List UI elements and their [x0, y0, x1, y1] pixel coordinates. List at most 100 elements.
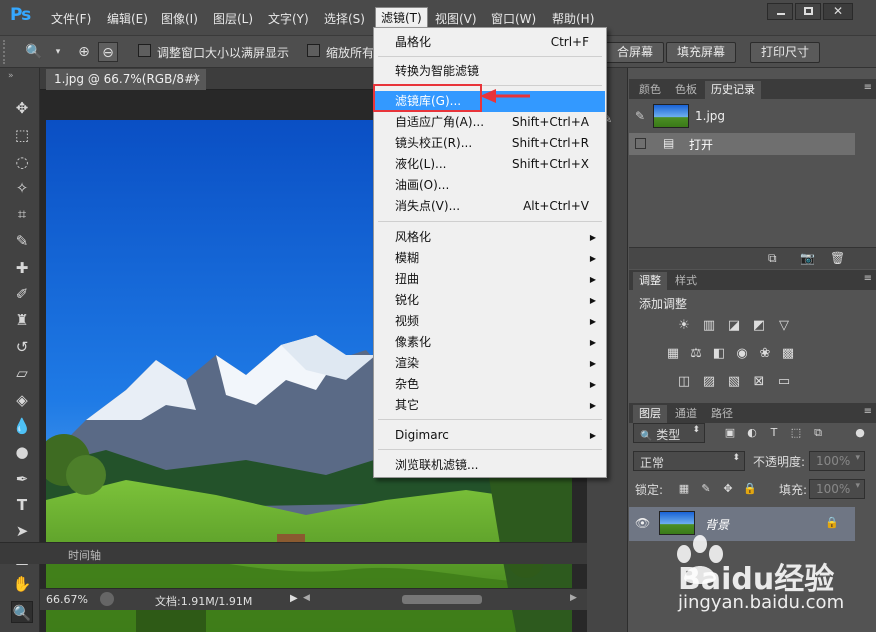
scroll-right-icon[interactable]: ▶ [570, 593, 577, 603]
zoom-tool-icon[interactable]: 🔍 [11, 601, 33, 623]
tab-adjustments[interactable]: 调整 [633, 272, 667, 290]
snapshot-source-icon[interactable]: ✎ [635, 109, 645, 123]
zoom-all-checkbox[interactable] [307, 44, 320, 57]
vibrance-icon[interactable]: ▽ [775, 317, 793, 335]
pen-tool-icon[interactable]: ✒ [11, 468, 33, 490]
filter-menu-item[interactable]: Digimarc ▶ [375, 425, 605, 446]
filter-menu-item[interactable]: 浏览联机滤镜... [375, 455, 605, 476]
tab-color[interactable]: 颜色 [633, 81, 667, 99]
minimize-button[interactable] [767, 3, 793, 20]
filter-menu-item[interactable]: 锐化 ▶ [375, 290, 605, 311]
healing-brush-icon[interactable]: ✚ [11, 257, 33, 279]
menu-0[interactable]: 文件(F) [46, 8, 96, 30]
paint-bucket-icon[interactable]: ◈ [11, 389, 33, 411]
tab-layers[interactable]: 图层 [633, 405, 667, 423]
blur-tool-icon[interactable]: 💧 [11, 415, 33, 437]
invert-icon[interactable]: ◫ [675, 373, 693, 391]
filter-menu-item[interactable]: 自适应广角(A)... Shift+Ctrl+A [375, 112, 605, 133]
hue-saturation-icon[interactable]: ▦ [664, 345, 682, 363]
move-tool-icon[interactable]: ✥ [11, 97, 33, 119]
filter-menu-item[interactable]: 杂色 ▶ [375, 374, 605, 395]
menu-6[interactable]: 滤镜(T) [375, 7, 428, 29]
lock-position-icon[interactable]: ✥ [719, 480, 737, 498]
crop-tool-icon[interactable]: ⌗ [11, 203, 33, 225]
horizontal-scrollbar-thumb[interactable] [402, 595, 482, 604]
filter-smart-object-icon[interactable]: ⧉ [809, 424, 827, 442]
tab-paths[interactable]: 路径 [705, 405, 739, 423]
gradient-map-icon[interactable]: ▭ [775, 373, 793, 391]
black-white-icon[interactable]: ◧ [710, 345, 728, 363]
panel-menu-icon[interactable]: ≡ [864, 82, 872, 93]
zoom-out-icon[interactable]: ⊖ [98, 42, 118, 62]
hand-tool-icon[interactable]: ✋ [11, 573, 33, 595]
magic-wand-icon[interactable]: ✧ [11, 177, 33, 199]
stamp-tool-icon[interactable]: ♜ [11, 309, 33, 331]
color-lookup-icon[interactable]: ▩ [779, 345, 797, 363]
levels-icon[interactable]: ▥ [700, 317, 718, 335]
filter-menu-item[interactable]: 渲染 ▶ [375, 353, 605, 374]
filter-menu-item[interactable]: 镜头校正(R)... Shift+Ctrl+R [375, 133, 605, 154]
menu-1[interactable]: 编辑(E) [102, 8, 153, 30]
eyedropper-tool-icon[interactable]: ✎ [11, 230, 33, 252]
fill-screen-button[interactable]: 填充屏幕 [666, 42, 737, 63]
state-checkbox[interactable] [635, 138, 646, 149]
selective-color-icon[interactable]: ⊠ [750, 373, 768, 391]
dodge-tool-icon[interactable]: ● [11, 441, 33, 463]
color-balance-icon[interactable]: ⚖ [687, 345, 705, 363]
scroll-left-icon[interactable]: ◀ [303, 593, 310, 603]
maximize-button[interactable] [795, 3, 821, 20]
lock-all-icon[interactable]: 🔒 [741, 480, 759, 498]
posterize-icon[interactable]: ▨ [700, 373, 718, 391]
new-snapshot-icon[interactable]: 📷 [800, 251, 815, 265]
tab-styles[interactable]: 样式 [669, 272, 703, 290]
filter-menu-item[interactable]: 其它 ▶ [375, 395, 605, 416]
visibility-eye-icon[interactable]: 👁 [635, 516, 650, 530]
fill-input[interactable]: 100% ▾ [809, 479, 865, 499]
lock-transparent-icon[interactable]: ▦ [675, 480, 693, 498]
fit-window-checkbox[interactable] [138, 44, 151, 57]
menu-3[interactable]: 图层(L) [208, 8, 258, 30]
filter-menu-item[interactable]: 晶格化 Ctrl+F [375, 32, 605, 53]
close-tab-icon[interactable]: ✕ [192, 72, 201, 85]
panel-menu-icon[interactable]: ≡ [864, 406, 872, 417]
filter-menu-item[interactable]: 油画(O)... [375, 175, 605, 196]
history-snapshot-row[interactable]: ✎ 1.jpg [629, 101, 876, 133]
layer-filter-select[interactable]: 🔍 类型 ⬍ [633, 423, 705, 443]
filter-type-icon[interactable]: T [765, 424, 783, 442]
tab-history[interactable]: 历史记录 [705, 81, 761, 99]
filter-menu-item[interactable]: 液化(L)... Shift+Ctrl+X [375, 154, 605, 175]
new-document-from-state-icon[interactable]: ⧉ [768, 251, 777, 266]
timeline-bar[interactable]: 时间轴 [0, 542, 587, 564]
history-state-row[interactable]: ▤ 打开 [629, 133, 855, 155]
close-button[interactable]: ✕ [823, 3, 853, 20]
exposure-icon[interactable]: ◩ [750, 317, 768, 335]
channel-mixer-icon[interactable]: ❀ [756, 345, 774, 363]
type-tool-icon[interactable]: T [11, 494, 33, 516]
path-select-icon[interactable]: ➤ [11, 520, 33, 542]
filter-menu-item[interactable]: 风格化 ▶ [375, 227, 605, 248]
filter-menu-item[interactable]: 像素化 ▶ [375, 332, 605, 353]
opacity-input[interactable]: 100% ▾ [809, 451, 865, 471]
status-info-icon[interactable] [100, 592, 114, 606]
tab-channels[interactable]: 通道 [669, 405, 703, 423]
menu-4[interactable]: 文字(Y) [263, 8, 314, 30]
filter-menu-item[interactable]: 视频 ▶ [375, 311, 605, 332]
zoom-tool-preset-icon[interactable]: 🔍 [24, 42, 44, 62]
brush-tool-icon[interactable]: ✐ [11, 283, 33, 305]
filter-menu-item[interactable]: 消失点(V)... Alt+Ctrl+V [375, 196, 605, 217]
filter-menu-item[interactable]: 模糊 ▶ [375, 248, 605, 269]
history-brush-icon[interactable]: ↺ [11, 336, 33, 358]
toolbar-collapse-icon[interactable]: » [8, 71, 14, 81]
status-menu-arrow-icon[interactable]: ▶ [290, 593, 298, 604]
photo-filter-icon[interactable]: ◉ [733, 345, 751, 363]
filter-menu-item[interactable]: 转换为智能滤镜 [375, 61, 605, 82]
menu-5[interactable]: 选择(S) [319, 8, 370, 30]
filter-shape-icon[interactable]: ⬚ [787, 424, 805, 442]
brightness-contrast-icon[interactable]: ☀ [675, 317, 693, 335]
marquee-tool-icon[interactable]: ⬚ [11, 124, 33, 146]
curves-icon[interactable]: ◪ [725, 317, 743, 335]
delete-state-icon[interactable]: 🗑 [830, 251, 845, 265]
lock-image-icon[interactable]: ✎ [697, 480, 715, 498]
fit-screen-button[interactable]: 合屏幕 [600, 42, 665, 63]
filter-toggle-icon[interactable]: ● [851, 424, 869, 442]
